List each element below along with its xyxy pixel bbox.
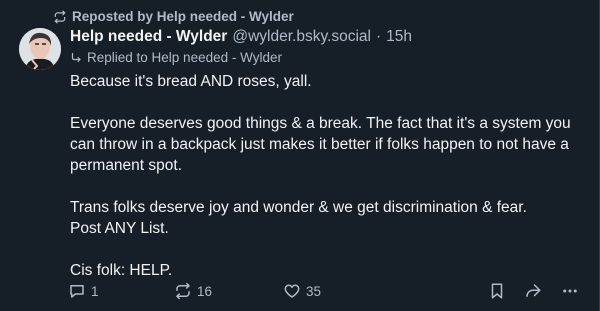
- reply-button[interactable]: 1: [68, 279, 99, 303]
- reply-context[interactable]: Replied to Help needed - Wylder: [70, 50, 282, 65]
- post-card[interactable]: Reposted by Help needed - Wylder Help ne…: [0, 0, 600, 311]
- reply-context-label: Replied to Help needed - Wylder: [87, 50, 282, 65]
- repost-icon: [54, 10, 66, 23]
- post-paragraph: Because it's bread AND roses, yall.: [70, 73, 312, 90]
- repost-icon: [176, 282, 190, 300]
- share-button[interactable]: [524, 279, 542, 303]
- post-paragraph: Cis folk: HELP.: [70, 262, 173, 279]
- repost-count: 16: [197, 283, 213, 299]
- repost-button[interactable]: 16: [174, 279, 212, 303]
- post-paragraph: Everyone deserves good things & a break.…: [70, 115, 571, 174]
- bookmark-button[interactable]: [488, 279, 506, 303]
- display-name[interactable]: Help needed - Wylder: [70, 28, 227, 46]
- post-actions: 1 16 35: [64, 279, 584, 303]
- more-icon: [563, 289, 577, 293]
- like-count: 35: [306, 283, 322, 299]
- reply-icon: [70, 285, 84, 298]
- post-paragraph: Trans folks deserve joy and wonder & we …: [70, 199, 527, 237]
- heart-icon: [284, 284, 300, 298]
- bookmark-icon: [491, 283, 503, 299]
- post-body: Because it's bread AND roses, yall. Ever…: [70, 71, 590, 281]
- share-icon: [526, 284, 541, 297]
- avatar[interactable]: [19, 28, 61, 70]
- user-handle[interactable]: @wylder.bsky.social: [232, 28, 371, 46]
- more-options-button[interactable]: [561, 279, 579, 303]
- avatar-image: [19, 28, 61, 70]
- repost-label: Reposted by Help needed - Wylder: [72, 9, 294, 24]
- reply-count: 1: [91, 283, 99, 299]
- repost-indicator[interactable]: Reposted by Help needed - Wylder: [53, 9, 294, 24]
- post-header: Help needed - Wylder @wylder.bsky.social…: [70, 28, 412, 46]
- like-button[interactable]: 35: [283, 279, 321, 303]
- timestamp[interactable]: 15h: [386, 28, 412, 46]
- separator: ·: [375, 28, 382, 45]
- reply-arrow-icon: [71, 52, 81, 62]
